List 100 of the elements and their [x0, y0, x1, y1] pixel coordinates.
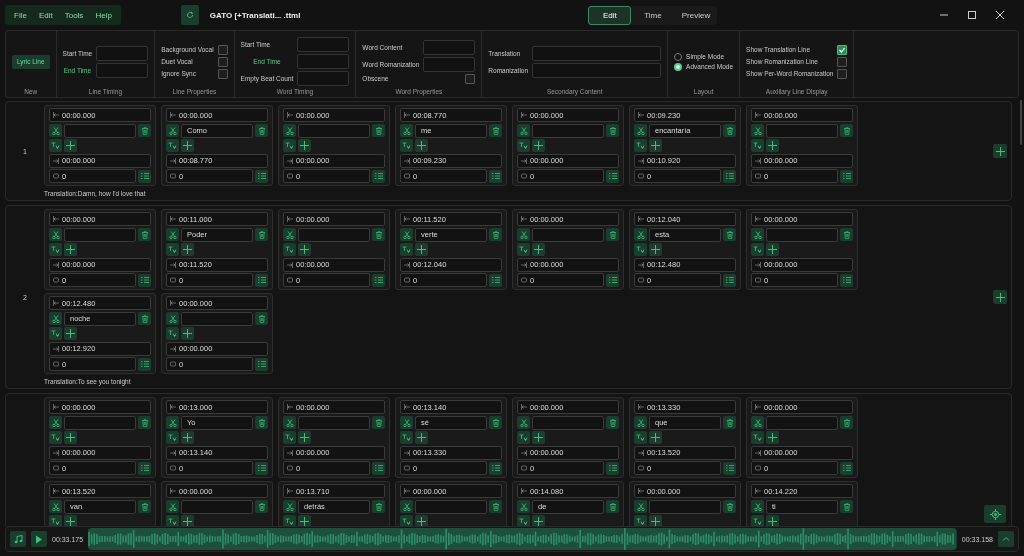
list-button[interactable]	[489, 169, 502, 183]
scrollbar[interactable]	[1020, 100, 1022, 145]
list-button[interactable]	[606, 461, 619, 475]
word-field[interactable]	[181, 311, 253, 326]
add-button[interactable]	[298, 243, 311, 256]
split-button[interactable]	[166, 416, 179, 429]
expand-button[interactable]	[998, 531, 1014, 547]
romanize-button[interactable]	[400, 243, 413, 256]
delete-button[interactable]	[840, 500, 853, 513]
delete-button[interactable]	[372, 500, 385, 513]
split-button[interactable]	[49, 124, 62, 137]
input-field[interactable]	[297, 71, 350, 86]
word-field[interactable]	[532, 123, 604, 138]
romanize-button[interactable]	[283, 139, 296, 152]
add-line-button[interactable]	[993, 144, 1007, 158]
split-button[interactable]	[751, 500, 764, 513]
list-button[interactable]	[723, 273, 736, 287]
delete-button[interactable]	[255, 312, 268, 325]
word-field[interactable]	[532, 227, 604, 242]
word-field[interactable]	[766, 123, 838, 138]
list-button[interactable]	[372, 273, 385, 287]
split-button[interactable]	[166, 312, 179, 325]
add-button[interactable]	[415, 431, 428, 444]
romanize-button[interactable]	[751, 431, 764, 444]
delete-button[interactable]	[489, 228, 502, 241]
list-button[interactable]	[723, 461, 736, 475]
romanize-button[interactable]	[517, 431, 530, 444]
split-button[interactable]	[283, 124, 296, 137]
romanize-button[interactable]	[166, 139, 179, 152]
maximize-icon[interactable]	[967, 10, 977, 20]
list-button[interactable]	[138, 169, 151, 183]
delete-button[interactable]	[255, 500, 268, 513]
romanize-button[interactable]	[751, 139, 764, 152]
delete-button[interactable]	[489, 500, 502, 513]
add-button[interactable]	[766, 139, 779, 152]
word-field[interactable]	[298, 227, 370, 242]
delete-button[interactable]	[138, 312, 151, 325]
locate-button[interactable]	[984, 505, 1006, 523]
add-button[interactable]	[766, 243, 779, 256]
romanize-button[interactable]	[517, 243, 530, 256]
music-button[interactable]	[10, 531, 26, 547]
checkbox[interactable]	[837, 56, 848, 67]
split-button[interactable]	[517, 416, 530, 429]
split-button[interactable]	[400, 124, 413, 137]
romanize-button[interactable]	[166, 431, 179, 444]
word-field[interactable]	[298, 415, 370, 430]
split-button[interactable]	[751, 228, 764, 241]
menu-item[interactable]: Edit	[38, 10, 53, 20]
checkbox[interactable]	[217, 56, 228, 67]
add-line-button[interactable]	[993, 290, 1007, 304]
input-field[interactable]	[423, 39, 476, 55]
list-button[interactable]	[606, 273, 619, 287]
checkbox[interactable]	[837, 44, 848, 55]
list-button[interactable]	[138, 461, 151, 475]
add-button[interactable]	[64, 139, 77, 152]
split-button[interactable]	[166, 228, 179, 241]
romanize-button[interactable]	[283, 243, 296, 256]
romanize-button[interactable]	[49, 139, 62, 152]
split-button[interactable]	[634, 416, 647, 429]
menu-item[interactable]: Tools	[64, 10, 84, 20]
word-field[interactable]	[766, 227, 838, 242]
romanize-button[interactable]	[49, 431, 62, 444]
add-button[interactable]	[64, 327, 77, 340]
romanize-button[interactable]	[517, 139, 530, 152]
checkbox[interactable]	[217, 44, 228, 55]
word-field[interactable]	[766, 415, 838, 430]
tab[interactable]: Preview	[674, 5, 718, 25]
split-button[interactable]	[49, 416, 62, 429]
input-field[interactable]	[96, 45, 149, 61]
list-button[interactable]	[372, 169, 385, 183]
close-icon[interactable]	[995, 10, 1005, 20]
split-button[interactable]	[400, 500, 413, 513]
add-button[interactable]	[415, 139, 428, 152]
add-button[interactable]	[766, 431, 779, 444]
split-button[interactable]	[751, 416, 764, 429]
word-field[interactable]	[415, 499, 487, 514]
split-button[interactable]	[751, 124, 764, 137]
split-button[interactable]	[283, 228, 296, 241]
add-button[interactable]	[415, 243, 428, 256]
list-button[interactable]	[840, 461, 853, 475]
list-button[interactable]	[255, 357, 268, 371]
list-button[interactable]	[840, 169, 853, 183]
add-button[interactable]	[64, 243, 77, 256]
split-button[interactable]	[400, 228, 413, 241]
delete-button[interactable]	[606, 416, 619, 429]
input-field[interactable]	[297, 37, 350, 52]
split-button[interactable]	[634, 500, 647, 513]
list-button[interactable]	[489, 273, 502, 287]
delete-button[interactable]	[255, 228, 268, 241]
add-button[interactable]	[649, 243, 662, 256]
list-button[interactable]	[255, 273, 268, 287]
input-field[interactable]	[297, 54, 350, 69]
add-button[interactable]	[181, 243, 194, 256]
split-button[interactable]	[166, 500, 179, 513]
add-button[interactable]	[298, 139, 311, 152]
checkbox[interactable]	[837, 68, 848, 79]
split-button[interactable]	[49, 312, 62, 325]
input-field[interactable]	[96, 62, 149, 78]
delete-button[interactable]	[606, 124, 619, 137]
word-field[interactable]	[64, 227, 136, 242]
